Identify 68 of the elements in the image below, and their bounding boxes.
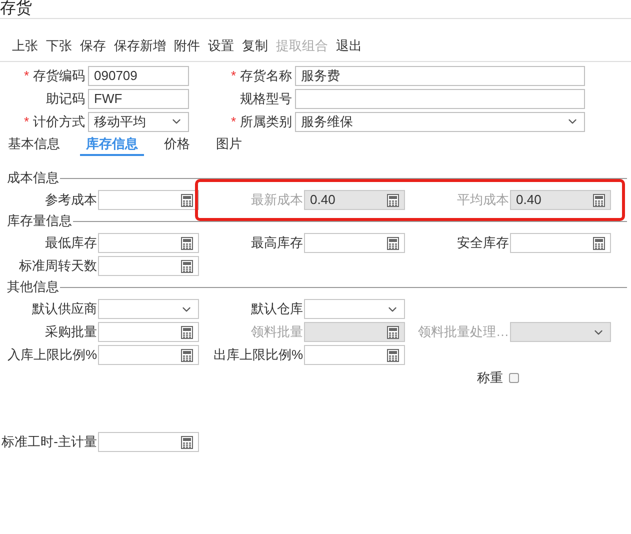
field-label: 存货名称 — [240, 66, 292, 85]
toolbar-button[interactable]: 下张 — [46, 36, 72, 56]
number-field[interactable] — [98, 233, 199, 253]
field-label: 最高库存 — [250, 234, 303, 252]
tab[interactable]: 图片 — [210, 134, 248, 156]
field-label: 出库上限比例% — [212, 346, 303, 364]
section-title: 其他信息 — [7, 278, 59, 296]
calculator-icon[interactable] — [181, 326, 193, 338]
number-field[interactable] — [510, 233, 611, 253]
required-mark: * — [24, 112, 29, 131]
number-field[interactable] — [98, 345, 199, 365]
toolbar-button[interactable]: 保存 — [80, 36, 106, 56]
number-field[interactable] — [98, 322, 199, 342]
number-field[interactable] — [98, 190, 199, 210]
field-label: 采购批量 — [44, 323, 97, 342]
number-field[interactable] — [304, 345, 405, 365]
field-label: 标准周转天数 — [18, 257, 97, 276]
field-label: 助记码 — [46, 90, 85, 108]
text-field[interactable]: 090709 — [88, 66, 189, 86]
field-label: 称重 — [476, 369, 504, 388]
toolbar-button[interactable]: 上张 — [12, 36, 38, 56]
required-mark: * — [230, 112, 236, 131]
required-mark: * — [24, 66, 29, 85]
field-label: 平均成本 — [456, 191, 509, 210]
field-label: 最新成本 — [250, 191, 303, 210]
calculator-icon[interactable] — [181, 436, 193, 448]
dropdown-field[interactable] — [98, 299, 199, 319]
number-field[interactable] — [304, 233, 405, 253]
calculator-icon[interactable] — [181, 236, 193, 250]
section-title: 库存量信息 — [7, 212, 72, 230]
toolbar-button[interactable]: 设置 — [208, 36, 234, 56]
text-field[interactable]: 服务费 — [295, 66, 585, 86]
dropdown-field[interactable] — [304, 299, 405, 319]
section-title: 成本信息 — [7, 169, 59, 188]
calculator-icon[interactable] — [181, 260, 193, 272]
calculator-icon[interactable] — [181, 194, 193, 206]
field-label: 安全库存 — [456, 234, 509, 252]
calculator-icon[interactable] — [181, 348, 193, 362]
toolbar-button[interactable]: 保存新增 — [114, 36, 166, 56]
calculator-icon[interactable] — [387, 236, 399, 250]
field-label: 存货编码 — [33, 66, 85, 85]
checkbox[interactable] — [509, 373, 519, 383]
text-field[interactable] — [295, 88, 585, 108]
field-label: 最低库存 — [44, 234, 97, 252]
field-label: 参考成本 — [44, 191, 97, 210]
dropdown-field[interactable]: 服务维保 — [295, 112, 585, 132]
window-title: 存货 — [0, 0, 32, 18]
toolbar-button[interactable]: 复制 — [242, 36, 268, 56]
toolbar-button[interactable]: 附件 — [174, 36, 200, 56]
number-field[interactable] — [98, 256, 199, 276]
dropdown-field[interactable]: 移动平均 — [88, 112, 189, 132]
field-label: 标准工时-主计量 — [0, 433, 97, 452]
tab[interactable]: 基本信息 — [2, 134, 66, 156]
field-label: 默认仓库 — [250, 300, 303, 318]
field-label: 所属类别 — [240, 112, 292, 131]
text-field[interactable]: FWF — [88, 88, 189, 108]
required-mark: * — [230, 66, 236, 85]
number-field[interactable] — [98, 432, 199, 452]
field-label: 默认供应商 — [31, 300, 97, 318]
field-label: 入库上限比例% — [6, 346, 97, 364]
field-label: 领料批量 — [250, 323, 303, 342]
calculator-icon[interactable] — [593, 236, 605, 250]
field-label: 计价方式 — [33, 112, 85, 131]
field-label: 规格型号 — [240, 90, 292, 108]
tab[interactable]: 价格 — [158, 134, 196, 156]
calculator-icon[interactable] — [387, 348, 399, 362]
toolbar-button[interactable]: 退出 — [336, 36, 362, 56]
field-label: 领料批量处理… — [417, 323, 509, 342]
